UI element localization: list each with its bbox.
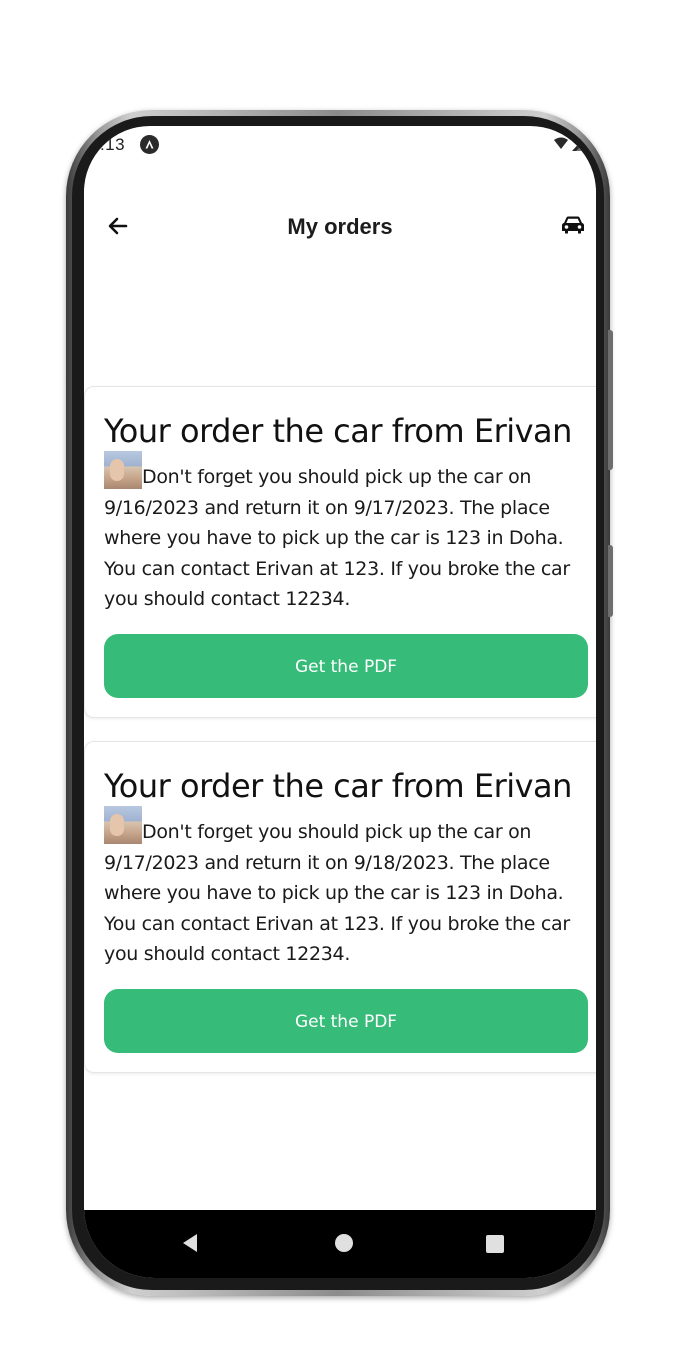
get-pdf-button[interactable]: Get the PDF bbox=[104, 989, 588, 1053]
nav-home-icon[interactable] bbox=[335, 1234, 353, 1252]
volume-button bbox=[608, 330, 613, 470]
car-icon bbox=[562, 216, 584, 234]
nav-recents-icon[interactable] bbox=[486, 1235, 504, 1253]
get-pdf-button[interactable]: Get the PDF bbox=[104, 634, 588, 698]
status-bar: 3:13 bbox=[84, 126, 596, 164]
order-details: Don't forget you should pick up the car … bbox=[104, 806, 584, 970]
order-details: Don't forget you should pick up the car … bbox=[104, 451, 584, 615]
owner-avatar bbox=[104, 451, 142, 489]
power-button bbox=[608, 545, 613, 617]
status-icons bbox=[552, 136, 592, 154]
owner-avatar bbox=[104, 806, 142, 844]
order-card: Your order the car from Erivan Don't for… bbox=[84, 386, 596, 718]
nav-back-icon[interactable] bbox=[181, 1233, 199, 1253]
page-title: My orders bbox=[287, 214, 393, 239]
phone-screen: 3:13 My orders Your order the car from E… bbox=[84, 126, 596, 1278]
wifi-signal-icon bbox=[554, 137, 583, 151]
order-card: Your order the car from Erivan Don't for… bbox=[84, 741, 596, 1073]
app-bar: My orders bbox=[84, 188, 596, 264]
order-details-text: Don't forget you should pick up the car … bbox=[104, 466, 570, 610]
notification-app-icon bbox=[140, 135, 159, 154]
system-nav-bar bbox=[84, 1210, 596, 1278]
status-time: 3:13 bbox=[90, 135, 126, 154]
car-button[interactable] bbox=[560, 214, 588, 238]
order-title: Your order the car from Erivan bbox=[104, 767, 572, 805]
order-details-text: Don't forget you should pick up the car … bbox=[104, 821, 570, 965]
device-stage: 3:13 My orders Your order the car from E… bbox=[0, 0, 678, 1357]
order-title: Your order the car from Erivan bbox=[104, 412, 572, 450]
